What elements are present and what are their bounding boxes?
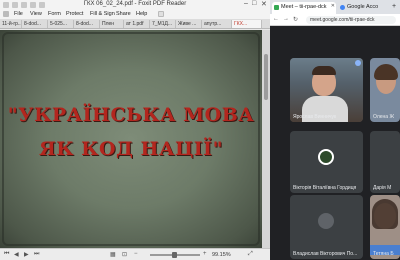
meet-video-grid: Ярослав Винничук Олена Ж Вікторія Віталі… [270,27,400,260]
scrollbar-thumb[interactable] [264,54,268,100]
fit-page-icon[interactable]: ⊡ [122,251,127,258]
pdf-menubar: File View Form Protect Fill & Sign Share… [0,10,270,19]
hamburger-icon[interactable] [3,11,9,17]
doc-tab[interactable]: 5-025... [48,20,74,28]
close-tab-icon[interactable]: ✕ [331,3,335,9]
menu-view[interactable]: View [30,11,42,17]
doc-tab[interactable]: Плен [100,20,124,28]
participant-name: Тетяна Б [373,251,394,257]
doc-tab[interactable]: 8-dod... [74,20,100,28]
slide-page: "УКРАЇНСЬКА МОВА ЯК КОД НАЦІЇ" [0,30,262,248]
participant-tile[interactable]: Ярослав Винничук [290,58,363,122]
participant-hair [372,199,398,229]
first-page-icon[interactable]: ⏮ [4,251,9,258]
zoom-out-icon[interactable]: − [134,251,138,257]
participant-tile[interactable]: Олена Ж [370,58,400,122]
doc-tab[interactable]: ат 1.pdf [124,20,150,28]
chrome-toolbar: ← → ↻ meet.google.com/tii-rpae-dck [270,14,400,26]
meet-favicon-icon [274,5,279,10]
maximize-icon[interactable]: □ [252,0,256,7]
doc-tab[interactable]: anyтр... [202,20,232,28]
view-mode-icon[interactable]: ▦ [110,251,116,258]
menu-protect[interactable]: Protect [66,11,83,17]
last-page-icon[interactable]: ⏭ [34,251,39,258]
zoom-level[interactable]: 99.15% [212,252,231,258]
participant-name: Вікторія Віталіївна Гордиця [293,185,357,191]
pdf-statusbar: ⏮ ◀ ▶ ⏭ ▦ ⊡ − + 99.15% ⤢ [0,248,270,260]
participant-hair [374,64,398,80]
zoom-in-icon[interactable]: + [203,251,207,257]
browser-tab-label: Google Acco [347,4,379,10]
chrome-window: Meet – tii-rpae-dck ✕ Google Acco + ← → … [270,0,400,260]
fullscreen-icon[interactable]: ⤢ [248,251,253,258]
participant-tile[interactable]: Вікторія Віталіївна Гордиця [290,131,363,193]
participant-tile[interactable]: Владислав Вікторович По... [290,195,363,259]
doc-tab-active[interactable]: ГКХ... [232,20,262,28]
menu-help[interactable]: Help [136,11,147,17]
participant-tile[interactable]: Дарія М [370,131,400,193]
browser-tab-meet[interactable]: Meet – tii-rpae-dck ✕ [272,2,336,14]
minimize-icon[interactable]: – [244,0,248,7]
pdf-reader-window: ГКХ 06_02_24.pdf - Foxit PDF Reader – □ … [0,0,270,260]
address-bar[interactable]: meet.google.com/tii-rpae-dck [306,16,396,24]
slide-title-line2: ЯК КОД НАЦІЇ" [39,138,223,160]
menu-share[interactable]: Share [116,11,131,17]
slide-title-line1: "УКРАЇНСЬКА МОВА [7,104,255,126]
pdf-document-view[interactable]: "УКРАЇНСЬКА МОВА ЯК КОД НАЦІЇ" [0,30,270,248]
participant-name: Владислав Вікторович По... [293,251,358,257]
close-icon[interactable]: ✕ [261,0,267,8]
chrome-tabbar: Meet – tii-rpae-dck ✕ Google Acco + [270,0,400,14]
vertical-scrollbar[interactable] [262,30,270,248]
participant-name: Ярослав Винничук [293,114,337,120]
prev-page-icon[interactable]: ◀ [14,251,19,258]
browser-tab-label: Meet – tii-rpae-dck [281,4,327,10]
doc-tab[interactable]: 8-dod... [22,20,48,28]
desktop: ГКХ 06_02_24.pdf - Foxit PDF Reader – □ … [0,0,400,260]
doc-tab[interactable]: 7_М1Д... [150,20,176,28]
menu-fill-sign[interactable]: Fill & Sign [90,11,115,17]
doc-tab[interactable]: Живе ... [176,20,202,28]
forward-icon[interactable]: → [283,16,289,22]
avatar [318,149,334,165]
search-icon[interactable] [158,11,164,17]
pdf-document-tabs: 11-й-гр... 8-dod... 5-025... 8-dod... Пл… [0,19,270,29]
next-page-icon[interactable]: ▶ [24,251,29,258]
google-favicon-icon [340,5,345,10]
browser-tab-google-account[interactable]: Google Acco [338,2,390,14]
speaking-indicator-icon [355,60,361,66]
zoom-slider[interactable] [150,252,200,258]
participant-name: Олена Ж [373,114,395,120]
pdf-titlebar: ГКХ 06_02_24.pdf - Foxit PDF Reader – □ … [0,0,270,10]
avatar [318,213,334,229]
new-tab-icon[interactable]: + [392,3,396,10]
participant-tile[interactable]: Тетяна Б [370,195,400,259]
mic-off-icon [355,197,361,203]
zoom-slider-knob[interactable] [172,252,177,258]
mic-off-icon [355,133,361,139]
reload-icon[interactable]: ↻ [293,16,298,23]
participant-hair [312,66,336,75]
doc-tab[interactable]: 11-й-гр... [0,20,22,28]
menu-file[interactable]: File [14,11,23,17]
participant-name: Дарія М [373,185,392,191]
pdf-window-title: ГКХ 06_02_24.pdf - Foxit PDF Reader [83,1,187,7]
back-icon[interactable]: ← [273,16,279,22]
menu-form[interactable]: Form [48,11,61,17]
